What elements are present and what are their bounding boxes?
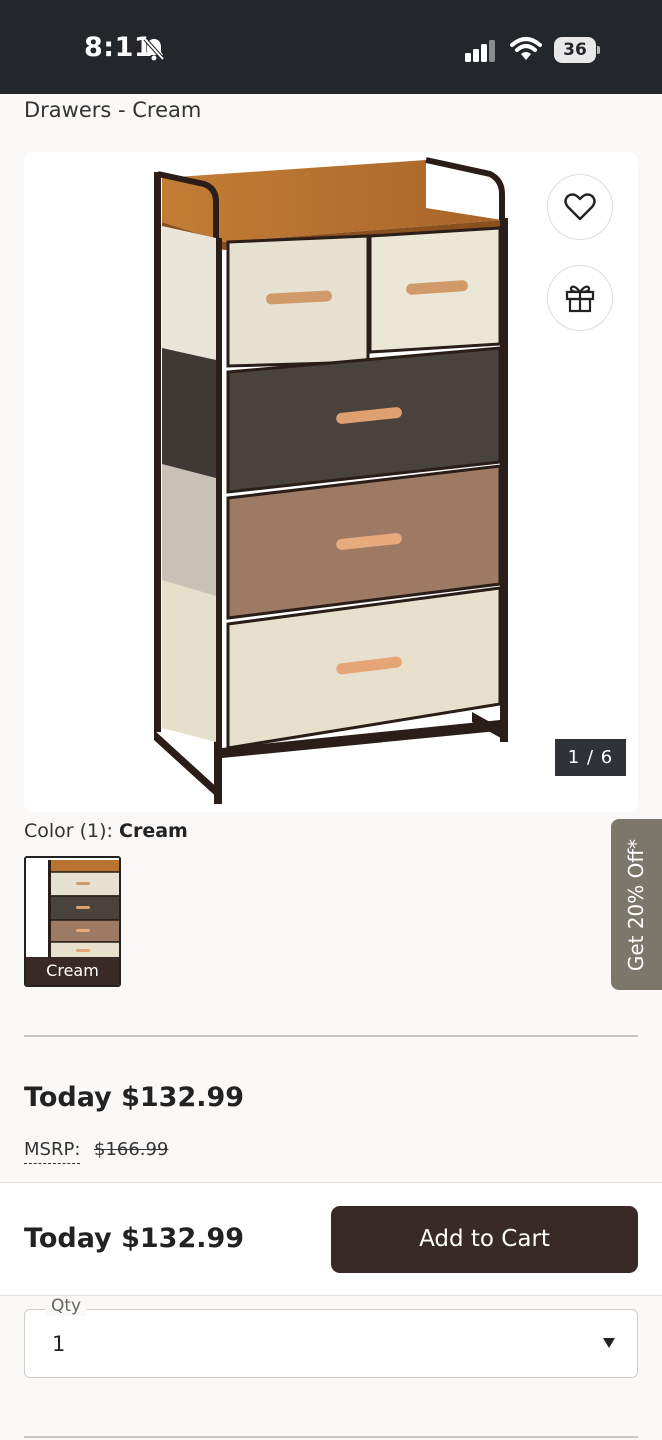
- heart-icon: [564, 193, 596, 221]
- sticky-cart-bar: Today $132.99 Add to Cart: [0, 1182, 662, 1296]
- image-counter: 1 / 6: [555, 739, 626, 776]
- price-today: Today $132.99: [24, 1082, 245, 1113]
- product-title: Drawers - Cream: [24, 98, 202, 122]
- section-divider: [24, 1035, 638, 1037]
- add-to-cart-button[interactable]: Add to Cart: [331, 1206, 638, 1273]
- gift-button[interactable]: [547, 265, 613, 331]
- product-gallery[interactable]: 1 / 6: [24, 152, 638, 812]
- battery-level: 36: [554, 37, 596, 63]
- wishlist-button[interactable]: [547, 174, 613, 240]
- battery-tip: [597, 46, 600, 54]
- swatch-caption: Cream: [26, 957, 119, 985]
- color-label: Color (1): Cream: [24, 820, 188, 842]
- swatch-thumbnail: [26, 858, 119, 959]
- msrp-value: $166.99: [94, 1139, 169, 1160]
- battery-indicator: 36: [554, 37, 600, 63]
- product-image[interactable]: [24, 152, 638, 812]
- bell-slash-icon: [143, 37, 165, 61]
- quantity-label: Qty: [45, 1296, 88, 1316]
- status-bar: 8:11 36: [0, 0, 662, 94]
- promo-text: Get 20% Off*: [624, 838, 648, 972]
- gift-icon: [565, 285, 595, 313]
- chevron-down-icon: [603, 1338, 615, 1348]
- color-swatch-cream[interactable]: Cream: [24, 856, 121, 987]
- quantity-select[interactable]: Qty 1: [24, 1296, 638, 1378]
- color-label-text: Color (1):: [24, 820, 119, 842]
- signal-icon: [465, 40, 495, 62]
- msrp-label[interactable]: MSRP:: [24, 1139, 81, 1164]
- promo-tab[interactable]: Get 20% Off*: [611, 819, 662, 990]
- sticky-price: Today $132.99: [24, 1223, 245, 1254]
- quantity-value: 1: [52, 1332, 66, 1356]
- bottom-divider: [24, 1436, 638, 1438]
- color-selected: Cream: [119, 820, 188, 842]
- wifi-icon: [510, 37, 542, 60]
